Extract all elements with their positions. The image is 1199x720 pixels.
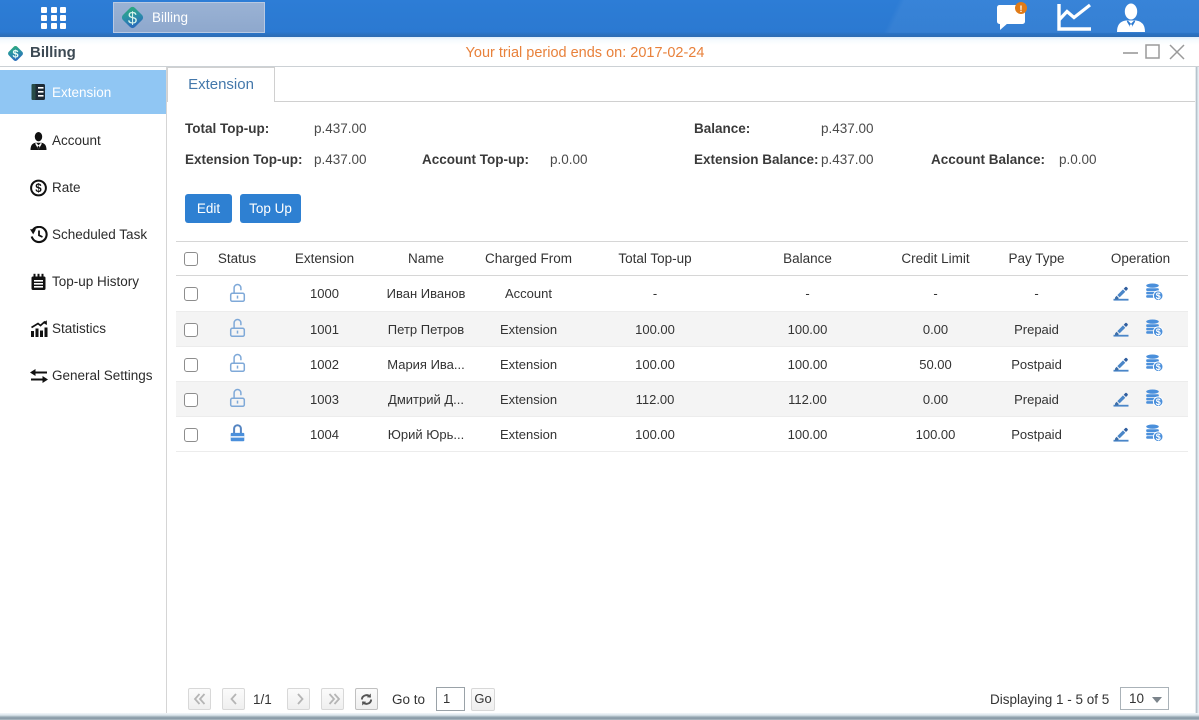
svg-text:$: $ <box>1155 291 1160 301</box>
svg-text:$: $ <box>1155 396 1160 406</box>
svg-text:$: $ <box>128 10 137 28</box>
svg-text:$: $ <box>1155 326 1160 336</box>
svg-text:!: ! <box>1020 4 1023 14</box>
svg-text:$: $ <box>35 183 42 195</box>
svg-text:$: $ <box>1155 431 1160 441</box>
svg-text:$: $ <box>1155 361 1160 371</box>
